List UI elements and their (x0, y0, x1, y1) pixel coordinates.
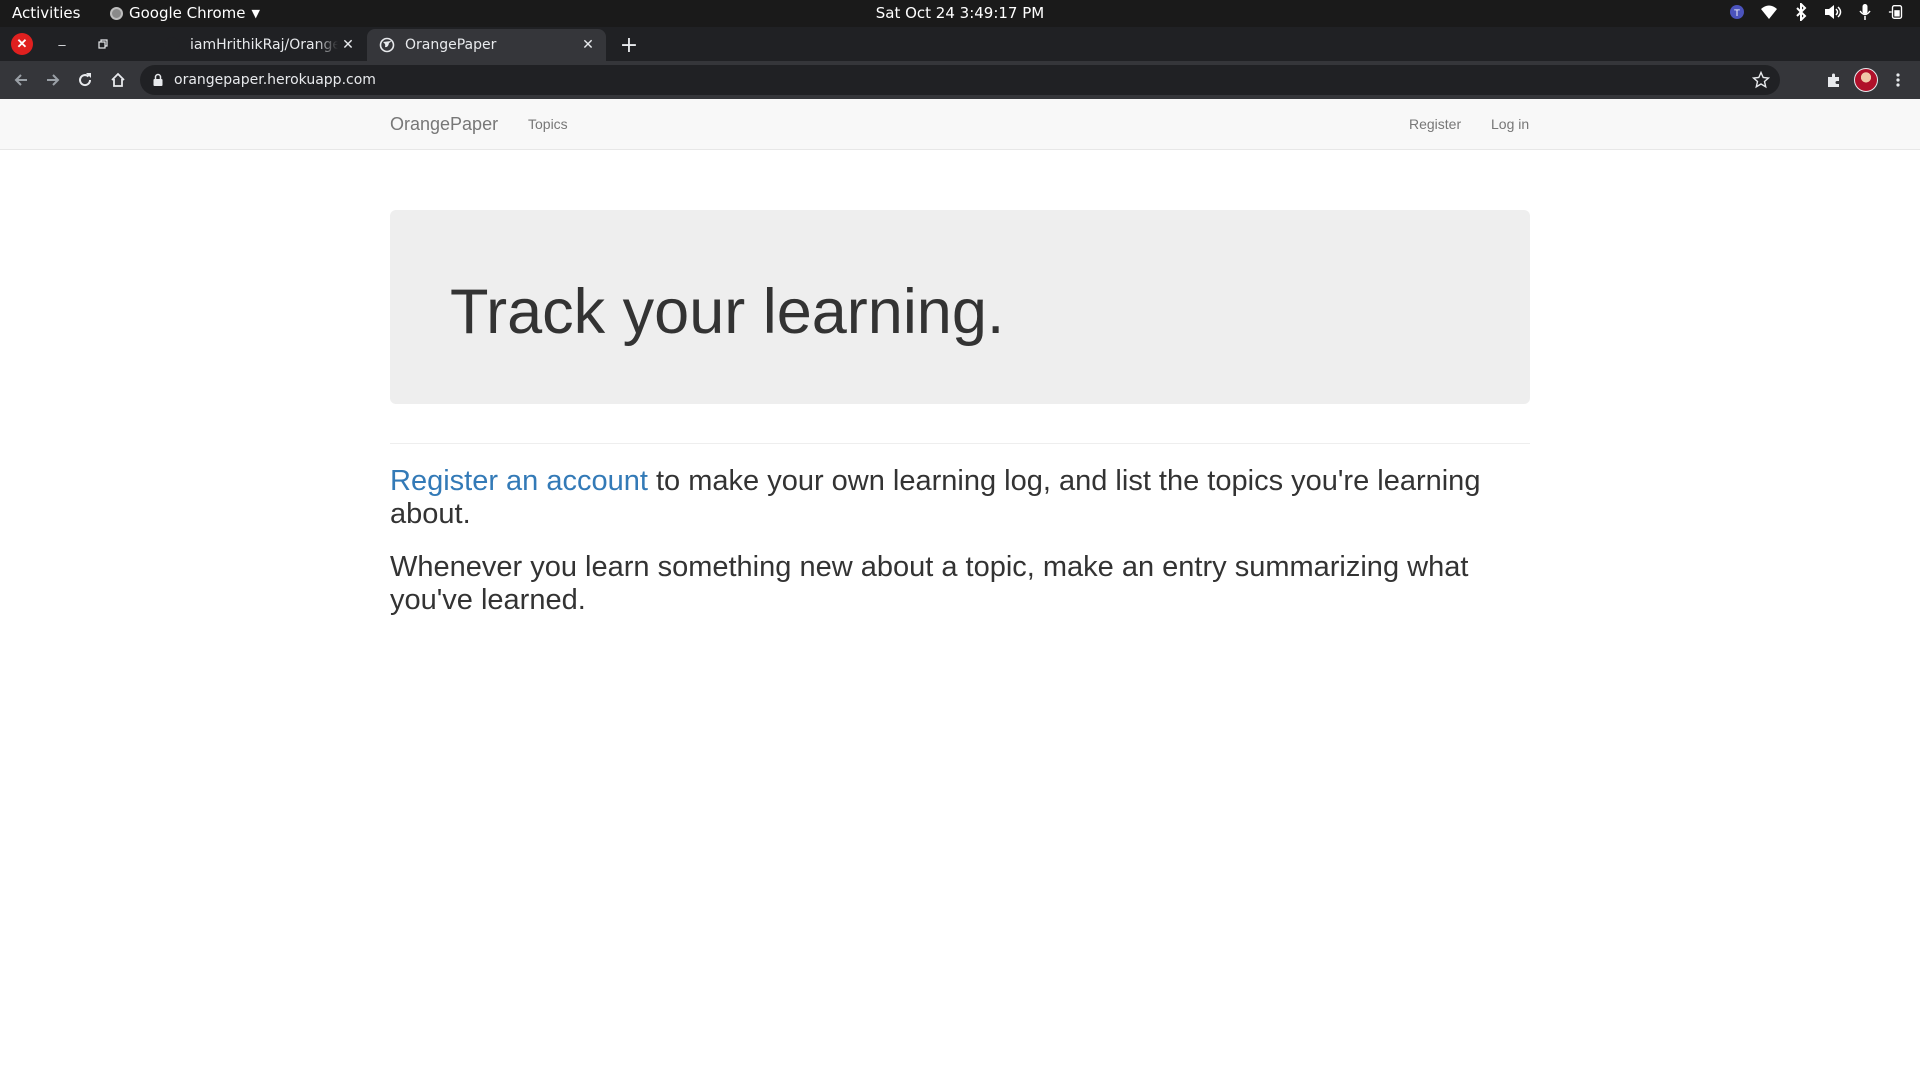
teams-icon[interactable]: T (1728, 3, 1746, 21)
tab-title: iamHrithikRaj/OrangePaper (190, 37, 338, 53)
clock[interactable]: Sat Oct 24 3:49:17 PM (0, 4, 1920, 22)
extensions-puzzle-icon[interactable] (1822, 68, 1846, 92)
battery-icon[interactable] (1888, 3, 1906, 21)
forward-button[interactable] (41, 68, 65, 92)
tab-orangepaper[interactable]: OrangePaper ✕ (367, 29, 606, 61)
github-icon (164, 37, 180, 53)
nav-topics-link[interactable]: Topics (528, 116, 568, 132)
jumbotron: Track your learning. (390, 210, 1530, 404)
back-button[interactable] (9, 68, 33, 92)
system-top-bar: Activities Google Chrome ▼ Sat Oct 24 3:… (0, 0, 1920, 27)
tab-close-icon[interactable]: ✕ (578, 35, 598, 55)
microphone-icon[interactable] (1856, 3, 1874, 21)
reload-button[interactable] (73, 68, 97, 92)
profile-avatar[interactable] (1854, 68, 1878, 92)
svg-text:T: T (1733, 9, 1740, 19)
site-brand-link[interactable]: OrangePaper (390, 114, 498, 135)
wifi-icon[interactable] (1760, 3, 1778, 21)
url-text[interactable]: orangepaper.herokuapp.com (174, 72, 376, 88)
bookmark-star-icon[interactable] (1751, 70, 1771, 94)
lock-icon[interactable] (152, 73, 164, 92)
new-tab-button[interactable]: + (617, 33, 641, 58)
globe-icon (379, 37, 395, 53)
bluetooth-icon[interactable] (1792, 3, 1810, 21)
window-minimize-button[interactable]: – (51, 33, 73, 55)
system-tray[interactable]: T (1728, 3, 1906, 21)
entry-paragraph: Whenever you learn something new about a… (390, 551, 1469, 616)
tab-strip: ✕ – iamHrithikRaj/OrangePaper ✕ OrangePa… (0, 27, 1920, 61)
divider (390, 443, 1530, 444)
volume-icon[interactable] (1824, 3, 1842, 21)
chrome-menu-icon[interactable] (1886, 68, 1910, 92)
tab-title: OrangePaper (405, 37, 497, 53)
intro-paragraph: Register an account to make your own lea… (390, 465, 1530, 531)
address-bar[interactable]: orangepaper.herokuapp.com (140, 65, 1780, 95)
nav-login-link[interactable]: Log in (1491, 116, 1529, 132)
nav-register-link[interactable]: Register (1409, 116, 1461, 132)
page-heading: Track your learning. (450, 277, 1005, 347)
browser-toolbar: orangepaper.herokuapp.com (0, 61, 1920, 99)
home-button[interactable] (106, 68, 130, 92)
tab-github[interactable]: iamHrithikRaj/OrangePaper ✕ (140, 29, 366, 61)
window-close-button[interactable]: ✕ (11, 33, 33, 55)
register-account-link[interactable]: Register an account (390, 465, 648, 497)
tab-close-icon[interactable]: ✕ (338, 35, 358, 55)
window-restore-button[interactable] (92, 33, 114, 55)
site-navbar: OrangePaper Topics Register Log in (0, 99, 1920, 150)
